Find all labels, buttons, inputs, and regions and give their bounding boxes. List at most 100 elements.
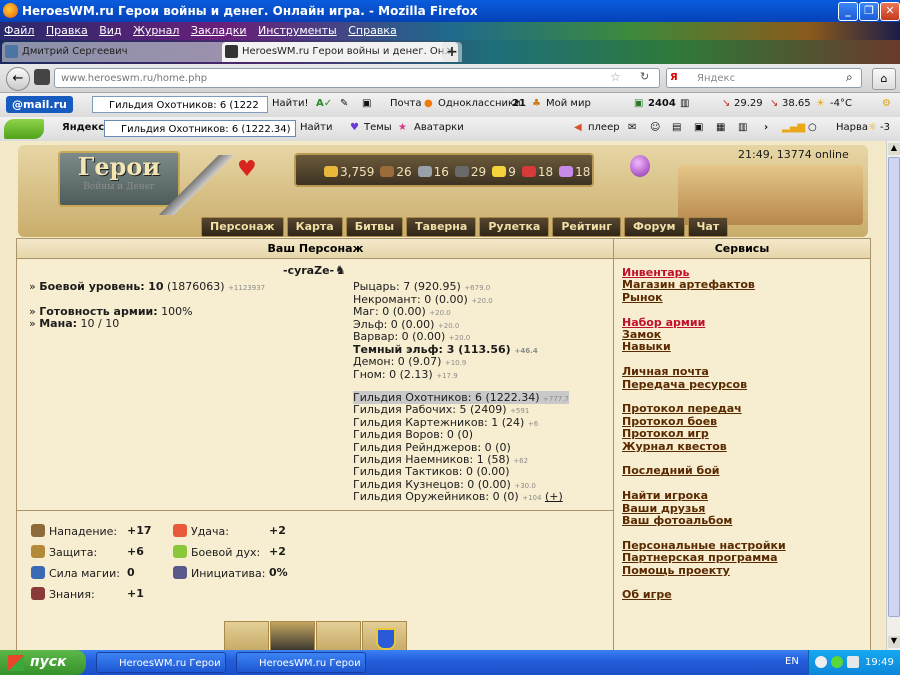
game-header: Герои Войны и Денег ♥ 3,759 26 16 29 9 18 18 2… (18, 145, 868, 237)
equip-slot-amulet[interactable] (224, 621, 269, 650)
service-link[interactable]: Помощь проекту (622, 564, 730, 577)
guild-label: Гильдия Кузнецов: 0 (0.00) (353, 477, 511, 491)
document-icon[interactable]: ▥ (738, 122, 747, 133)
avatars-button[interactable]: Аватарки (414, 122, 464, 133)
reload-icon[interactable]: ↻ (640, 70, 649, 83)
game-nav-item[interactable]: Рейтинг (552, 217, 622, 237)
menu-tools[interactable]: Инструменты (258, 24, 337, 37)
tray-icon[interactable] (815, 656, 827, 668)
yandex-search-combo[interactable]: Гильдия Охотников: 6 (1222.34) +777. (104, 120, 296, 137)
clock: 19:49 (865, 657, 894, 668)
search-input[interactable]: Яндекс (666, 68, 862, 88)
menu-help[interactable]: Справка (348, 24, 396, 37)
highlight-icon[interactable]: ✎ (340, 98, 348, 109)
service-link[interactable]: Замок (622, 328, 661, 341)
new-tab-button[interactable]: + (442, 42, 462, 62)
chart-icon[interactable]: ▥ (680, 98, 689, 109)
moimir-link[interactable]: Мой мир (546, 98, 591, 109)
resource-sulfur: 9 (508, 165, 516, 179)
equip-slot-cloak[interactable] (270, 621, 315, 650)
close-button[interactable]: ✕ (880, 2, 900, 21)
gear-icon[interactable]: ⚙ (882, 98, 891, 109)
tab-heroeswm[interactable]: HeroesWM.ru Герои войны и денег. Он... ✕ (222, 42, 458, 62)
task-firefox[interactable]: HeroesWM.ru Герои ... (96, 652, 226, 673)
toolbar-yandex: Яндекс Гильдия Охотников: 6 (1222.34) +7… (0, 117, 900, 142)
mail-icon[interactable]: ✉ (628, 122, 636, 133)
guild-row[interactable]: Гильдия Охотников: 6 (1222.34) +777.7 (353, 391, 569, 404)
health-heart-icon[interactable]: ♥ (237, 157, 257, 182)
service-link[interactable]: Магазин артефактов (622, 278, 755, 291)
yandex-find-button[interactable]: Найти (300, 122, 332, 133)
service-link[interactable]: Протокол игр (622, 427, 709, 440)
scroll-thumb[interactable] (888, 157, 900, 617)
game-nav-item[interactable]: Битвы (345, 217, 404, 237)
search-icon[interactable]: ⌕ (846, 70, 853, 85)
disk-icon[interactable]: ▦ (716, 122, 725, 133)
service-link[interactable]: Ваш фотоальбом (622, 514, 732, 527)
service-link[interactable]: Рынок (622, 291, 663, 304)
menu-history[interactable]: Журнал (133, 24, 179, 37)
mail-link[interactable]: Почта (390, 98, 422, 109)
scroll-up-icon[interactable]: ▲ (888, 143, 900, 155)
language-indicator[interactable]: EN (785, 656, 799, 667)
game-nav-item[interactable]: Персонаж (201, 217, 284, 237)
service-link[interactable]: Навыки (622, 340, 671, 353)
service-link[interactable]: Журнал квестов (622, 440, 727, 453)
photo-icon[interactable]: ▣ (694, 122, 703, 133)
spellcheck-icon[interactable]: A✓ (316, 98, 332, 109)
game-nav-item[interactable]: Чат (687, 217, 729, 237)
chat-icon[interactable]: ○ (808, 122, 817, 133)
menu-file[interactable]: Файл (4, 24, 34, 37)
service-link[interactable]: Ваши друзья (622, 502, 705, 515)
task-chrome[interactable]: HeroesWM.ru Герои ... (236, 652, 366, 673)
themes-button[interactable]: Темы (364, 122, 392, 133)
equip-slot-shield[interactable] (362, 621, 407, 650)
service-link[interactable]: Личная почта (622, 365, 709, 378)
book-icon[interactable]: ▤ (672, 122, 681, 133)
home-icon[interactable]: ⌂ (872, 68, 896, 90)
equip-slot-weapon[interactable] (316, 621, 361, 650)
odnoklassniki-link[interactable]: Одноклассники (438, 98, 521, 109)
game-nav-item[interactable]: Таверна (406, 217, 477, 237)
minimize-button[interactable]: _ (838, 2, 858, 21)
guild-row: Гильдия Наемников: 1 (58) +62 (353, 453, 528, 466)
menu-bookmarks[interactable]: Закладки (191, 24, 247, 37)
game-nav-item[interactable]: Рулетка (479, 217, 550, 237)
service-link[interactable]: Персональные настройки (622, 539, 786, 552)
service-link[interactable]: Протокол передач (622, 402, 742, 415)
service-link[interactable]: Найти игрока (622, 489, 708, 502)
back-icon[interactable]: ← (6, 67, 30, 91)
mailru-search-combo[interactable]: Гильдия Охотников: 6 (1222 (92, 96, 268, 113)
url-bar[interactable]: www.heroeswm.ru/home.php (54, 68, 660, 88)
service-link[interactable]: Об игре (622, 588, 672, 601)
bookmark-star-icon[interactable]: ☆ (610, 70, 621, 84)
stat-label: Инициатива: (173, 566, 265, 580)
character-name[interactable]: -cyraZe- (283, 264, 334, 277)
maximize-button[interactable]: ❐ (859, 2, 879, 21)
faction-label: Демон: 0 (9.07) (353, 355, 442, 368)
mailru-logo[interactable]: @mail.ru (6, 96, 73, 113)
tray-icon[interactable] (847, 656, 859, 668)
user-icon[interactable]: ☺ (650, 122, 660, 133)
service-link[interactable]: Партнерская программа (622, 551, 778, 564)
more-icon[interactable]: › (764, 122, 768, 133)
page-scrollbar[interactable]: ▲ ▼ (886, 141, 900, 650)
tab-vk[interactable]: Дмитрий Сергеевич ✕ (2, 42, 238, 62)
service-link[interactable]: Инвентарь (622, 266, 689, 279)
guild-label: Гильдия Рейнджеров: 0 (0) (353, 440, 511, 454)
menu-edit[interactable]: Правка (46, 24, 88, 37)
game-nav-item[interactable]: Карта (286, 217, 343, 237)
service-link[interactable]: Последний бой (622, 464, 719, 477)
menu-view[interactable]: Вид (99, 24, 121, 37)
add-guild-link[interactable]: (+) (545, 490, 563, 503)
game-nav-item[interactable]: Форум (624, 217, 685, 237)
mana-potion-icon[interactable] (630, 155, 650, 177)
scroll-down-icon[interactable]: ▼ (888, 636, 900, 648)
screen-icon[interactable]: ▣ (362, 98, 371, 109)
service-link[interactable]: Набор армии (622, 316, 705, 329)
service-link[interactable]: Протокол боев (622, 415, 717, 428)
service-link[interactable]: Передача ресурсов (622, 378, 747, 391)
mailru-find-button[interactable]: Найти! (272, 98, 308, 109)
tray-icon[interactable] (831, 656, 843, 668)
player-button[interactable]: плеер (588, 122, 620, 133)
